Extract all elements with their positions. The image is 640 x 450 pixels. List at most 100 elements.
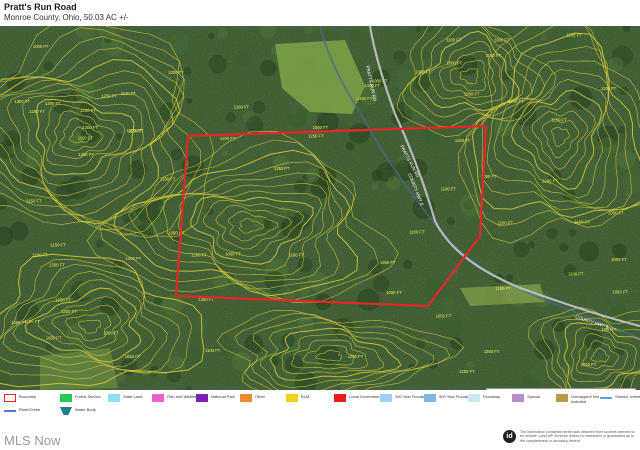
canopy-patch xyxy=(44,61,54,71)
legend-label: Water Body xyxy=(75,407,96,412)
canopy-patch xyxy=(357,288,380,311)
canopy-patch xyxy=(334,365,342,374)
contour-label: 1050 FT xyxy=(608,211,624,216)
canopy-patch xyxy=(214,336,234,357)
canopy-patch xyxy=(139,363,152,377)
canopy-patch xyxy=(264,271,285,291)
legend-label: Stream, Intermittent xyxy=(615,394,640,399)
contour-label: 1200 FT xyxy=(288,253,304,258)
contour-label: 1000 FT xyxy=(225,252,241,257)
canopy-patch xyxy=(246,116,263,133)
legend-swatch xyxy=(600,397,612,399)
canopy-patch xyxy=(393,74,400,82)
canopy-patch xyxy=(217,27,229,38)
canopy-patch xyxy=(28,112,44,127)
contour-label: 1300 FT xyxy=(61,309,77,314)
canopy-patch xyxy=(559,242,569,252)
contour-label: 1300 FT xyxy=(49,263,65,268)
canopy-patch xyxy=(164,308,185,330)
canopy-patch xyxy=(624,191,632,198)
canopy-patch xyxy=(232,352,252,372)
contour-label: 1150 FT xyxy=(551,117,567,122)
canopy-patch xyxy=(604,297,612,306)
contour-label: 1300 FT xyxy=(14,99,30,104)
contour-label: 1050 FT xyxy=(436,314,452,319)
canopy-patch xyxy=(439,316,464,340)
contour-label: 1150 FT xyxy=(575,220,591,225)
contour-label: 1050 FT xyxy=(46,335,62,340)
canopy-patch xyxy=(513,241,530,258)
canopy-patch xyxy=(252,215,265,229)
aerial-map[interactable]: 1000 FT 1050 FT 1100 FT 1150 FT 1200 FT 1250 … xyxy=(0,26,640,390)
canopy-patch xyxy=(208,32,216,40)
canopy-patch xyxy=(413,46,429,62)
canopy-patch xyxy=(597,136,617,156)
contour-label: 1050 FT xyxy=(11,320,27,325)
canopy-patch xyxy=(540,34,548,41)
canopy-patch xyxy=(404,95,428,120)
canopy-patch xyxy=(531,366,545,380)
legend-swatch xyxy=(240,394,252,402)
canopy-patch xyxy=(509,172,518,180)
canopy-patch xyxy=(293,180,307,193)
contour-label: 1150 FT xyxy=(26,198,42,203)
canopy-patch xyxy=(403,259,413,270)
canopy-patch xyxy=(352,228,361,237)
canopy-patch xyxy=(235,51,251,67)
canopy-patch xyxy=(252,100,266,114)
contour-label: 1300 FT xyxy=(82,125,98,130)
canopy-patch xyxy=(538,199,559,220)
canopy-patch xyxy=(95,239,104,248)
canopy-patch xyxy=(552,319,565,333)
brand-logo: MLS Now xyxy=(4,433,61,448)
legend-swatch xyxy=(286,394,298,402)
canopy-patch xyxy=(221,149,229,158)
legend-swatch xyxy=(4,410,16,412)
contour-label: 1000 FT xyxy=(494,38,510,43)
canopy-patch xyxy=(66,323,87,344)
canopy-patch xyxy=(297,257,313,273)
legend-swatch xyxy=(380,394,392,402)
canopy-patch xyxy=(8,145,17,154)
canopy-patch xyxy=(546,227,558,239)
canopy-patch xyxy=(608,56,624,72)
canopy-patch xyxy=(578,241,600,262)
contour-label: 1200 FT xyxy=(32,252,48,257)
contour-label: 1200 FT xyxy=(191,252,207,257)
contour-label: 1250 FT xyxy=(566,32,582,37)
canopy-patch xyxy=(525,84,538,97)
legend-swatch xyxy=(4,394,16,402)
canopy-patch xyxy=(349,123,370,144)
canopy-patch xyxy=(466,361,473,369)
canopy-patch xyxy=(225,112,236,123)
contour-label: 1100 FT xyxy=(601,86,617,91)
canopy-patch xyxy=(280,206,288,214)
legend-swatch xyxy=(468,394,480,402)
canopy-patch xyxy=(528,241,535,248)
legend-label: River/Creek xyxy=(19,407,41,412)
contour-label: 1100 FT xyxy=(409,230,425,235)
canopy-patch xyxy=(563,189,576,202)
canopy-patch xyxy=(217,251,225,260)
contour-label: 1100 FT xyxy=(121,91,137,96)
legend-swatch xyxy=(60,394,72,402)
contour-label: 1100 FT xyxy=(498,220,514,225)
contour-label: 1000 FT xyxy=(168,70,184,75)
legend-swatch xyxy=(512,394,524,402)
map-view[interactable]: 1000 FT 1050 FT 1100 FT 1150 FT 1200 FT 1250 … xyxy=(0,26,640,390)
property-title: Pratt's Run Road xyxy=(4,2,77,12)
contour-label: 1200 FT xyxy=(29,109,45,114)
legend-label: Boundary xyxy=(19,394,37,399)
legend-swatch xyxy=(424,394,436,402)
contour-label: 1300 FT xyxy=(127,128,143,133)
legend-swatch xyxy=(152,394,164,402)
contour-label: 1100 FT xyxy=(205,348,221,353)
canopy-patch xyxy=(170,148,183,161)
contour-label: 1050 FT xyxy=(464,92,480,97)
property-subtitle: Monroe County, Ohio, 50.03 AC +/- xyxy=(4,13,129,22)
landid-logo-icon: id xyxy=(503,430,516,443)
contour-label: 1200 FT xyxy=(508,99,524,104)
canopy-patch xyxy=(568,229,576,237)
contour-label: 1200 FT xyxy=(45,101,61,106)
contour-label: 1100 FT xyxy=(441,187,457,192)
